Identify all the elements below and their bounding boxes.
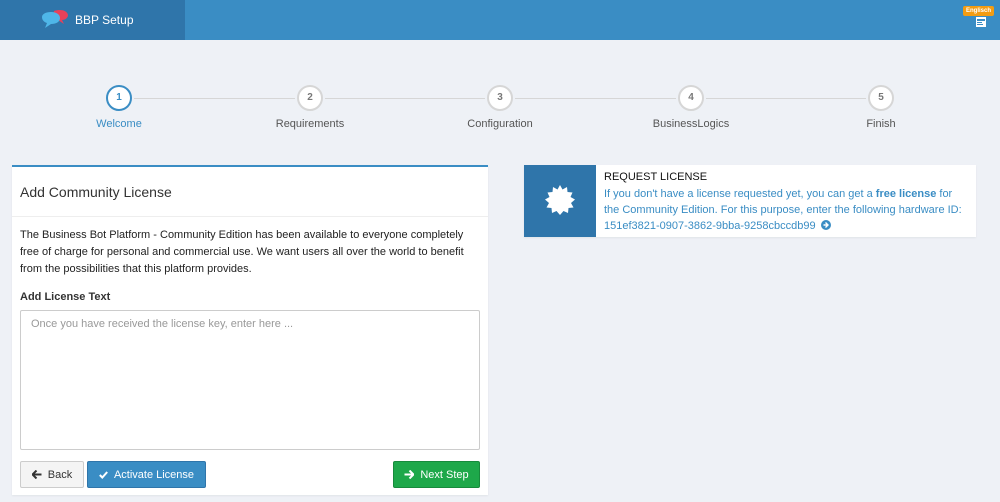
step-number: 5 [868, 85, 894, 111]
top-bar: BBP Setup Englisch [0, 0, 1000, 40]
activate-label: Activate License [113, 468, 195, 481]
step-finish[interactable]: 5 Finish [811, 84, 951, 130]
free-license-link[interactable]: free license [876, 188, 937, 200]
language-badge: Englisch [962, 6, 994, 16]
step-label: Requirements [275, 118, 345, 130]
request-license-text: If you don't have a license requested ye… [604, 186, 969, 234]
request-text-before: If you don't have a license requested ye… [604, 188, 876, 200]
next-step-label: Next Step [420, 468, 469, 481]
brand[interactable]: BBP Setup [0, 0, 185, 40]
certificate-icon [545, 185, 575, 215]
step-label: Configuration [467, 118, 533, 130]
back-button[interactable]: Back [20, 461, 84, 488]
setup-stepper: 1 Welcome 2 Requirements 3 Configuration… [0, 84, 1000, 144]
step-label: BusinessLogics [652, 118, 730, 130]
divider [12, 216, 488, 217]
arrow-left-icon [31, 470, 42, 479]
card-title: Add Community License [20, 184, 172, 200]
arrow-right-icon [404, 470, 415, 479]
checkmark-icon [99, 470, 108, 479]
language-switcher[interactable]: Englisch [962, 6, 994, 32]
step-label: Welcome [96, 118, 142, 130]
card-description: The Business Bot Platform - Community Ed… [20, 229, 464, 275]
license-text-label: Add License Text [20, 291, 111, 303]
step-number: 3 [487, 85, 513, 111]
next-step-button[interactable]: Next Step [393, 461, 480, 488]
flag-icon [976, 17, 986, 27]
request-license-title: REQUEST LICENSE [604, 171, 708, 183]
request-license-box: REQUEST LICENSE If you don't have a lice… [524, 165, 976, 237]
step-number: 4 [678, 85, 704, 111]
step-configuration[interactable]: 3 Configuration [430, 84, 570, 130]
license-text-input[interactable] [20, 310, 480, 450]
step-number: 1 [106, 85, 132, 111]
request-badge [524, 165, 596, 237]
step-number: 2 [297, 85, 323, 111]
license-card: Add Community License The Business Bot P… [12, 165, 488, 495]
step-requirements[interactable]: 2 Requirements [240, 84, 380, 130]
back-label: Back [47, 468, 73, 481]
chat-bubbles-icon [42, 10, 68, 28]
app-title: BBP Setup [75, 13, 134, 27]
circle-arrow-right-icon[interactable] [820, 220, 831, 230]
step-businesslogics[interactable]: 4 BusinessLogics [621, 84, 761, 130]
activate-license-button[interactable]: Activate License [87, 461, 206, 488]
step-label: Finish [866, 118, 896, 130]
step-welcome[interactable]: 1 Welcome [49, 84, 189, 130]
